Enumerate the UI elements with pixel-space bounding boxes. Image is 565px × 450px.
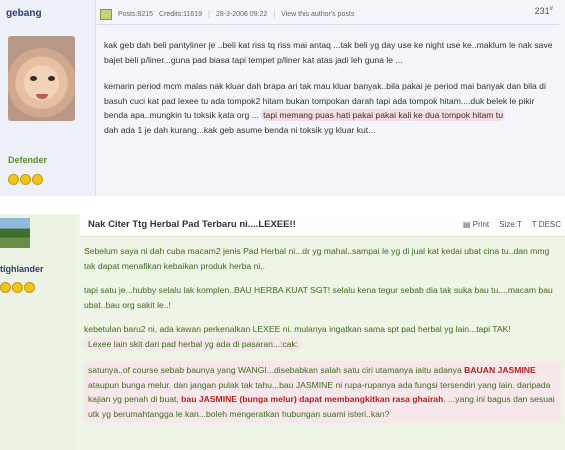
post-count: Posts:8215 (118, 10, 154, 18)
star-icon (20, 174, 31, 185)
post-body: Sebelum saya ni dah cuba macam2 jenis Pa… (84, 244, 562, 433)
avatar[interactable] (8, 36, 75, 121)
author-name[interactable]: tighlander (0, 264, 44, 274)
sort-desc-button[interactable]: T DESC (532, 220, 561, 229)
author-rank: Defender (8, 155, 48, 165)
star-icon (24, 282, 35, 293)
avatar[interactable] (0, 218, 30, 248)
rank-stars (8, 172, 44, 190)
post-body: kak geb dah beli pantyliner je ..beli ka… (104, 38, 556, 149)
post-title: Nak Citer Ttg Herbal Pad Terbaru ni....L… (88, 219, 296, 230)
print-button[interactable]: ▤ Print (463, 220, 489, 229)
post-2: tighlander Nak Citer Ttg Herbal Pad Terb… (0, 214, 565, 450)
highlighted-paragraph: satunya..of course sebab baunya yang WAN… (84, 361, 562, 423)
highlighted-text: tapi memang puas hati pakai pakai kali k… (261, 109, 505, 121)
post-paragraph: kak geb dah beli pantyliner je ..beli ka… (104, 40, 553, 65)
post-icon (100, 8, 112, 20)
post-1: gebang Defender Posts:8215 Credits:11619… (0, 0, 565, 196)
star-icon (0, 282, 11, 293)
star-icon (12, 282, 23, 293)
author-name[interactable]: gebang (6, 8, 42, 19)
font-size-button[interactable]: Size:T (499, 220, 522, 229)
divider (97, 24, 559, 25)
post-tools: ▤ Print Size:T T DESC (463, 220, 561, 229)
post-header: Nak Citer Ttg Herbal Pad Terbaru ni....L… (80, 214, 565, 237)
emphasis-text: bau JASMINE (bunga melur) dapat membangk… (181, 394, 444, 404)
emphasis-text: BAUAN JASMINE (464, 365, 536, 375)
view-author-posts-link[interactable]: View this author's posts (281, 11, 354, 18)
author-sidebar: gebang Defender (0, 0, 96, 196)
credits: Credits:11619 (159, 10, 203, 18)
post-paragraph: tapi satu je...hubby selalu lak komplen.… (84, 285, 553, 310)
post-date: 28-3-2006 09:22 (215, 10, 268, 18)
post-paragraph: Sebelum saya ni dah cuba macam2 jenis Pa… (84, 246, 550, 271)
star-icon (8, 174, 19, 185)
post-number[interactable]: 231# (535, 6, 553, 16)
post-separator (0, 196, 565, 210)
post-paragraph: kebetulan baru2 ni, ada kawan perkenalka… (84, 324, 511, 351)
highlighted-text: Lexee lain skit dari pad herbal yg ada d… (84, 336, 303, 351)
author-sidebar: tighlander (0, 214, 77, 450)
star-icon (32, 174, 43, 185)
post-meta: Posts:8215 Credits:11619 | 28-3-2006 09:… (100, 6, 354, 22)
rank-stars (0, 280, 36, 298)
post-paragraph: kemarin period mcm malas nak kluar dah b… (104, 81, 546, 135)
